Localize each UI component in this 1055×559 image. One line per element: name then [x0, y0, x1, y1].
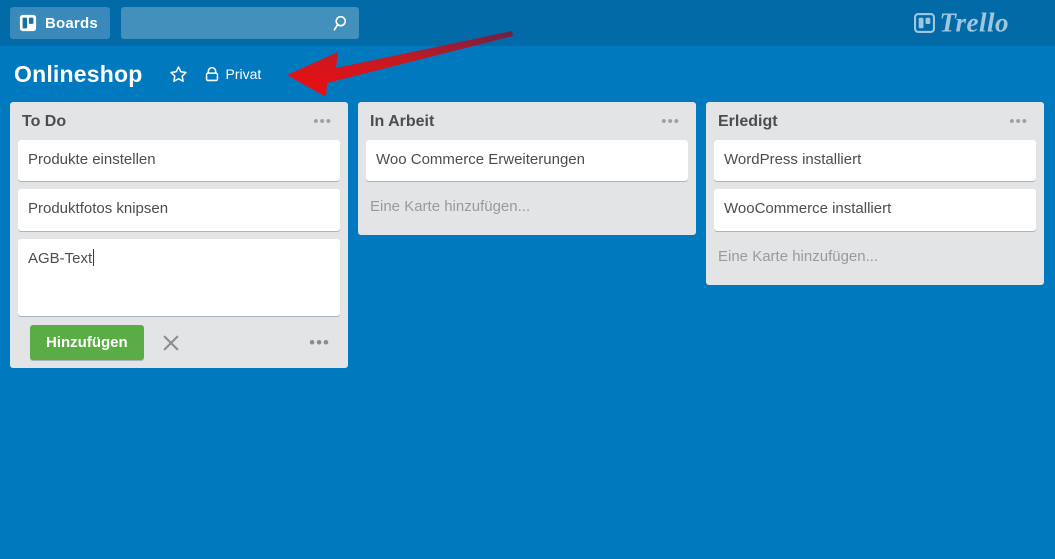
list-to-do: To Do ••• Produkte einstellen Produktfot…: [10, 102, 348, 369]
card[interactable]: Produktfotos knipsen: [18, 189, 340, 232]
star-board-button[interactable]: [161, 59, 196, 89]
card-composer: AGB-Text Hinzufügen •••: [10, 239, 348, 361]
trello-board-icon: [913, 13, 935, 34]
boards-button[interactable]: Boards: [10, 7, 110, 39]
list-menu-icon[interactable]: •••: [1005, 114, 1032, 129]
card-list: Woo Commerce Erweiterungen: [358, 139, 696, 182]
board-visibility-label: Privat: [225, 66, 262, 82]
list-erledigt: Erledigt ••• WordPress installiert WooCo…: [706, 102, 1044, 286]
add-card-link[interactable]: Eine Karte hinzufügen...: [706, 239, 1044, 277]
more-options-icon[interactable]: •••: [303, 334, 336, 352]
board-visibility-button[interactable]: Privat: [196, 59, 270, 89]
top-navigation-bar: Boards Trello: [0, 0, 1055, 46]
board-canvas: To Do ••• Produkte einstellen Produktfot…: [0, 102, 1055, 369]
board-icon: [19, 14, 37, 32]
list-menu-icon[interactable]: •••: [657, 114, 684, 129]
card[interactable]: WordPress installiert: [714, 139, 1036, 182]
list-header: In Arbeit •••: [358, 102, 696, 140]
star-outline-icon: [169, 65, 188, 84]
board-header: Onlineshop Privat: [0, 46, 1055, 102]
card[interactable]: Produkte einstellen: [18, 139, 340, 182]
card-composer-value: AGB-Text: [28, 250, 93, 268]
card-list: WordPress installiert WooCommerce instal…: [706, 139, 1044, 232]
card-list: Produkte einstellen Produktfotos knipsen: [10, 139, 348, 232]
card[interactable]: WooCommerce installiert: [714, 189, 1036, 232]
card[interactable]: Woo Commerce Erweiterungen: [366, 139, 688, 182]
list-title[interactable]: Erledigt: [718, 113, 778, 131]
list-header: Erledigt •••: [706, 102, 1044, 140]
trello-wordmark: Trello: [939, 7, 1009, 38]
search-input[interactable]: [120, 7, 359, 39]
trello-app: Boards Trello Onlineshop Privat To Do ••…: [0, 0, 1055, 559]
list-menu-icon[interactable]: •••: [309, 114, 336, 129]
search-box[interactable]: [120, 7, 359, 39]
list-header: To Do •••: [10, 102, 348, 140]
card-composer-controls: Hinzufügen •••: [18, 325, 340, 361]
card-composer-textarea[interactable]: AGB-Text: [18, 239, 340, 317]
board-title[interactable]: Onlineshop: [14, 61, 143, 88]
list-title[interactable]: To Do: [22, 113, 66, 131]
boards-button-label: Boards: [45, 14, 98, 32]
close-icon[interactable]: [158, 330, 184, 356]
add-card-submit-button[interactable]: Hinzufügen: [30, 325, 144, 361]
text-cursor: [93, 249, 95, 267]
add-card-link[interactable]: Eine Karte hinzufügen...: [358, 189, 696, 227]
list-in-arbeit: In Arbeit ••• Woo Commerce Erweiterungen…: [358, 102, 696, 236]
trello-logo[interactable]: Trello: [913, 7, 1010, 38]
list-title[interactable]: In Arbeit: [370, 113, 434, 131]
lock-icon: [204, 66, 220, 83]
